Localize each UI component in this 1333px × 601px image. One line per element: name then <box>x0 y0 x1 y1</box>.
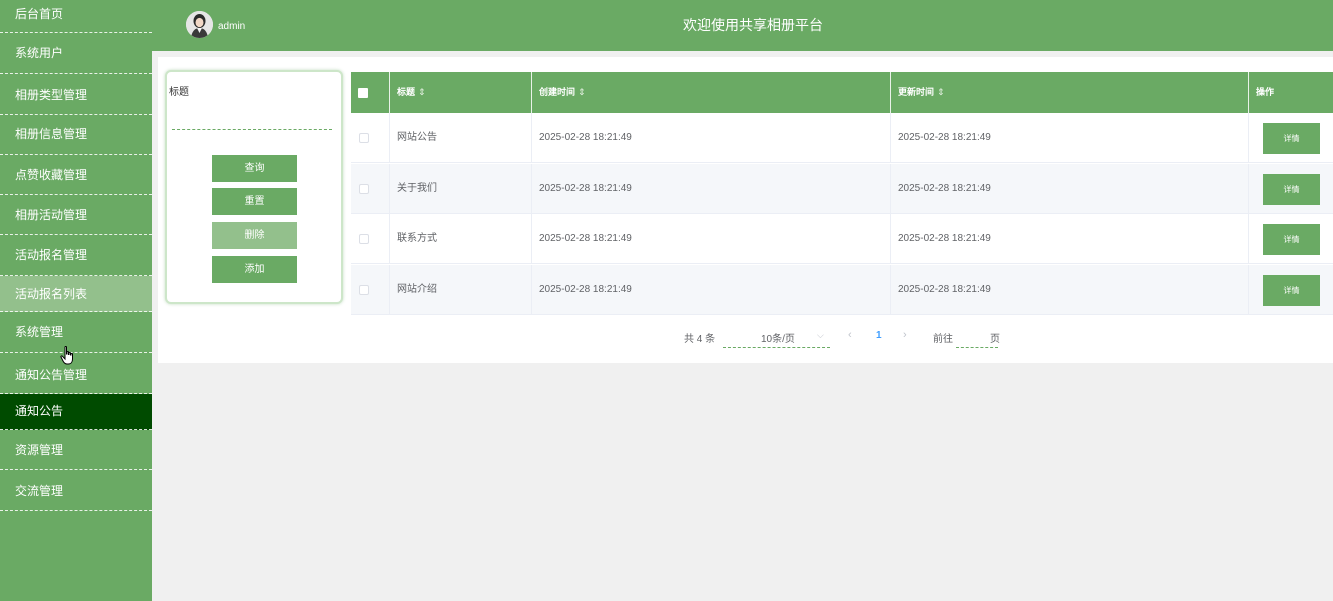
cell-created: 2025-02-28 18:21:49 <box>539 284 632 295</box>
cell-title: 关于我们 <box>397 183 437 194</box>
username[interactable]: admin <box>218 21 245 32</box>
column-header-updated-label: 更新时间 <box>898 87 935 97</box>
column-divider <box>890 72 891 113</box>
table-row: 网站公告 2025-02-28 18:21:49 2025-02-28 18:2… <box>351 113 1333 163</box>
cell-updated: 2025-02-28 18:21:49 <box>898 284 991 295</box>
sidebar: 后台首页 系统用户 相册类型管理 相册信息管理 点赞收藏管理 相册活动管理 活动… <box>0 0 152 601</box>
sidebar-item-activity-signup[interactable]: 活动报名管理 <box>0 235 152 276</box>
next-page-icon[interactable]: › <box>903 329 907 341</box>
avatar[interactable] <box>186 11 213 38</box>
sidebar-item-album-type[interactable]: 相册类型管理 <box>0 74 152 115</box>
reset-button[interactable]: 重置 <box>212 188 297 215</box>
cell-title: 联系方式 <box>397 233 437 244</box>
cell-updated: 2025-02-28 18:21:49 <box>898 183 991 194</box>
detail-button[interactable]: 详情 <box>1263 275 1320 306</box>
sidebar-item-system-manage[interactable]: 系统管理 <box>0 312 152 353</box>
sidebar-item-label: 资源管理 <box>15 443 64 457</box>
sort-icon[interactable]: ⇕ <box>418 87 426 97</box>
table-row: 网站介绍 2025-02-28 18:21:49 2025-02-28 18:2… <box>351 265 1333 315</box>
page-number-current[interactable]: 1 <box>876 330 882 341</box>
row-checkbox[interactable] <box>359 285 369 295</box>
sidebar-item-label: 点赞收藏管理 <box>15 168 88 182</box>
pagination-total: 共 4 条 <box>684 334 716 345</box>
column-divider <box>531 72 532 113</box>
column-header-title-label: 标题 <box>397 87 416 97</box>
sidebar-item-like-favorite[interactable]: 点赞收藏管理 <box>0 155 152 195</box>
sidebar-item-label: 活动报名列表 <box>15 287 88 301</box>
query-button[interactable]: 查询 <box>212 155 297 182</box>
goto-suffix: 页 <box>990 334 1000 345</box>
sidebar-item-label: 通知公告 <box>15 404 64 418</box>
cell-created: 2025-02-28 18:21:49 <box>539 183 632 194</box>
table-row: 联系方式 2025-02-28 18:21:49 2025-02-28 18:2… <box>351 214 1333 264</box>
chevron-down-icon: ⌵ <box>817 330 824 340</box>
row-checkbox[interactable] <box>359 133 369 143</box>
detail-button[interactable]: 详情 <box>1263 174 1320 205</box>
cell-title: 网站公告 <box>397 132 437 143</box>
detail-button[interactable]: 详情 <box>1263 224 1320 255</box>
user-avatar-icon <box>186 11 213 38</box>
sort-icon[interactable]: ⇕ <box>937 87 945 97</box>
sidebar-item-communication[interactable]: 交流管理 <box>0 470 152 511</box>
select-all-checkbox[interactable] <box>358 88 368 98</box>
sidebar-item-label: 后台首页 <box>15 7 64 21</box>
table-row: 关于我们 2025-02-28 18:21:49 2025-02-28 18:2… <box>351 164 1333 214</box>
sidebar-item-label: 相册活动管理 <box>15 208 88 222</box>
column-divider <box>1248 72 1249 113</box>
cell-title: 网站介绍 <box>397 284 437 295</box>
sidebar-item-label: 交流管理 <box>15 484 64 498</box>
sidebar-item-label: 系统管理 <box>15 325 64 339</box>
row-checkbox[interactable] <box>359 234 369 244</box>
sidebar-item-resources[interactable]: 资源管理 <box>0 430 152 470</box>
sidebar-item-system-users[interactable]: 系统用户 <box>0 33 152 74</box>
sidebar-item-label: 活动报名管理 <box>15 248 88 262</box>
page-size-select[interactable]: 10条/页 ⌵ <box>723 328 830 348</box>
column-header-action: 操作 <box>1256 87 1275 97</box>
cell-updated: 2025-02-28 18:21:49 <box>898 233 991 244</box>
search-title-input[interactable] <box>172 100 332 130</box>
sidebar-item-home[interactable]: 后台首页 <box>0 0 152 33</box>
page-title: 欢迎使用共享相册平台 <box>683 17 823 33</box>
add-button[interactable]: 添加 <box>212 256 297 283</box>
page-size-value: 10条/页 <box>761 334 795 345</box>
sidebar-item-album-activity[interactable]: 相册活动管理 <box>0 195 152 235</box>
detail-button[interactable]: 详情 <box>1263 123 1320 154</box>
cell-created: 2025-02-28 18:21:49 <box>539 132 632 143</box>
search-title-label: 标题 <box>169 87 189 98</box>
sidebar-item-label: 系统用户 <box>15 46 64 60</box>
sidebar-item-notice[interactable]: 通知公告 <box>0 394 152 430</box>
sidebar-item-label: 通知公告管理 <box>15 368 88 382</box>
column-header-created-label: 创建时间 <box>539 87 576 97</box>
column-header-updated[interactable]: 更新时间 ⇕ <box>898 72 945 113</box>
goto-prefix: 前往 <box>933 334 953 345</box>
sort-icon[interactable]: ⇕ <box>578 87 586 97</box>
hand-cursor-icon <box>60 346 73 365</box>
sidebar-item-label: 相册类型管理 <box>15 88 88 102</box>
cell-created: 2025-02-28 18:21:49 <box>539 233 632 244</box>
sidebar-item-label: 相册信息管理 <box>15 127 88 141</box>
sidebar-item-notice-manage[interactable]: 通知公告管理 <box>0 353 152 394</box>
sidebar-item-album-info[interactable]: 相册信息管理 <box>0 115 152 155</box>
row-checkbox[interactable] <box>359 184 369 194</box>
table-header <box>351 72 1333 113</box>
column-header-title[interactable]: 标题 ⇕ <box>397 72 426 113</box>
prev-page-icon[interactable]: ‹ <box>848 329 852 341</box>
sidebar-item-signup-list[interactable]: 活动报名列表 <box>0 276 152 312</box>
delete-button[interactable]: 删除 <box>212 222 297 249</box>
column-divider <box>389 72 390 113</box>
column-header-created[interactable]: 创建时间 ⇕ <box>539 72 586 113</box>
cell-updated: 2025-02-28 18:21:49 <box>898 132 991 143</box>
